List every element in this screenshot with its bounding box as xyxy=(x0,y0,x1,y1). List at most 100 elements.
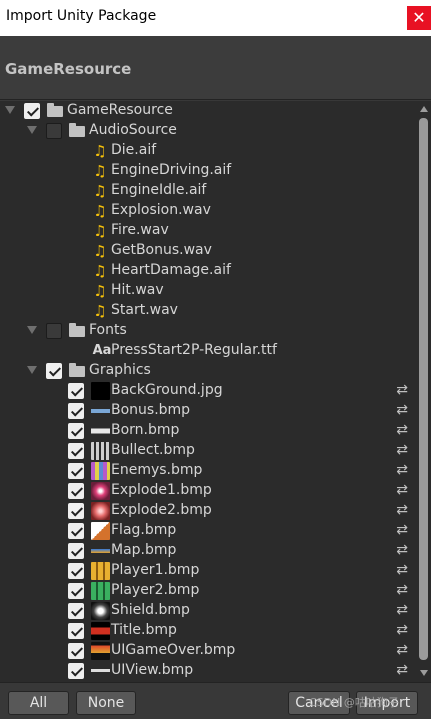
tree-item-audio-file[interactable]: ♫ Start.wav xyxy=(0,301,416,321)
tree-item-image-file[interactable]: UIView.bmp ⇄ xyxy=(0,661,416,681)
item-label: Flag.bmp xyxy=(111,522,177,538)
tree-item-audio-file[interactable]: ♫ Die.aif xyxy=(0,141,416,161)
tree-item-image-file[interactable]: Explode2.bmp ⇄ xyxy=(0,501,416,521)
window-title: Import Unity Package xyxy=(6,8,157,24)
include-checkbox[interactable] xyxy=(68,483,84,499)
fold-arrow-icon[interactable] xyxy=(5,106,15,114)
tree-item-image-file[interactable]: Player2.bmp ⇄ xyxy=(0,581,416,601)
include-checkbox[interactable] xyxy=(68,663,84,679)
folder-icon xyxy=(69,323,85,337)
include-checkbox[interactable] xyxy=(68,403,84,419)
include-checkbox[interactable] xyxy=(68,623,84,639)
tree-item-image-file[interactable]: Bonus.bmp ⇄ xyxy=(0,401,416,421)
folder-icon xyxy=(69,363,85,377)
package-title: GameResource xyxy=(5,60,132,78)
tree-item-image-file[interactable]: Born.bmp ⇄ xyxy=(0,421,416,441)
reimport-icon: ⇄ xyxy=(396,622,408,638)
tree-item-image-file[interactable]: UIGameOver.bmp ⇄ xyxy=(0,641,416,661)
tree-item-graphics[interactable]: Graphics xyxy=(0,361,416,381)
tree-item-audio-file[interactable]: ♫ HeartDamage.aif xyxy=(0,261,416,281)
include-checkbox[interactable] xyxy=(68,503,84,519)
item-label: Die.aif xyxy=(111,142,157,158)
reimport-icon: ⇄ xyxy=(396,522,408,538)
select-none-button[interactable]: None xyxy=(76,691,136,715)
item-label: HeartDamage.aif xyxy=(111,262,231,278)
item-label: Bullect.bmp xyxy=(111,442,195,458)
tree-item-audiosource[interactable]: AudioSource xyxy=(0,121,416,141)
font-file-icon: Aa xyxy=(92,343,112,358)
include-checkbox[interactable] xyxy=(68,463,84,479)
include-checkbox[interactable] xyxy=(68,523,84,539)
item-label: PressStart2P-Regular.ttf xyxy=(111,342,277,358)
include-checkbox[interactable] xyxy=(68,543,84,559)
scroll-up-arrow[interactable] xyxy=(420,106,428,112)
reimport-icon: ⇄ xyxy=(396,602,408,618)
fold-arrow-icon[interactable] xyxy=(27,366,37,374)
audio-file-icon: ♫ xyxy=(93,162,107,180)
item-label: BackGround.jpg xyxy=(111,382,223,398)
tree-item-audio-file[interactable]: ♫ GetBonus.wav xyxy=(0,241,416,261)
tree-item-fonts[interactable]: Fonts xyxy=(0,321,416,341)
tree-item-gameresource[interactable]: GameResource xyxy=(0,101,416,121)
package-header: GameResource xyxy=(0,36,431,100)
audio-file-icon: ♫ xyxy=(93,182,107,200)
tree-item-audio-file[interactable]: ♫ EngineDriving.aif xyxy=(0,161,416,181)
fold-arrow-icon[interactable] xyxy=(27,126,37,134)
include-checkbox[interactable] xyxy=(68,383,84,399)
include-checkbox[interactable] xyxy=(68,443,84,459)
item-label: EngineIdle.aif xyxy=(111,182,207,198)
item-label: Born.bmp xyxy=(111,422,180,438)
tree-item-image-file[interactable]: Title.bmp ⇄ xyxy=(0,621,416,641)
image-thumbnail-icon xyxy=(91,602,110,620)
tree-item-audio-file[interactable]: ♫ Fire.wav xyxy=(0,221,416,241)
include-checkbox[interactable] xyxy=(68,583,84,599)
include-checkbox[interactable] xyxy=(68,603,84,619)
include-checkbox[interactable] xyxy=(46,323,62,339)
item-label: UIGameOver.bmp xyxy=(111,642,236,658)
include-checkbox[interactable] xyxy=(68,563,84,579)
reimport-icon: ⇄ xyxy=(396,502,408,518)
tree-item-image-file[interactable]: Flag.bmp ⇄ xyxy=(0,521,416,541)
include-checkbox[interactable] xyxy=(24,103,40,119)
audio-file-icon: ♫ xyxy=(93,222,107,240)
select-all-button[interactable]: All xyxy=(8,691,69,715)
scroll-down-arrow[interactable] xyxy=(420,670,428,676)
window-titlebar: Import Unity Package ✕ xyxy=(0,0,431,36)
close-button[interactable]: ✕ xyxy=(407,6,431,30)
image-thumbnail-icon xyxy=(91,422,110,440)
item-label: Start.wav xyxy=(111,302,178,318)
tree-item-audio-file[interactable]: ♫ Hit.wav xyxy=(0,281,416,301)
fold-arrow-icon[interactable] xyxy=(27,326,37,334)
image-thumbnail-icon xyxy=(91,382,110,400)
reimport-icon: ⇄ xyxy=(396,442,408,458)
reimport-icon: ⇄ xyxy=(396,402,408,418)
reimport-icon: ⇄ xyxy=(396,662,408,678)
tree-item-image-file[interactable]: Map.bmp ⇄ xyxy=(0,541,416,561)
include-checkbox[interactable] xyxy=(46,123,62,139)
include-checkbox[interactable] xyxy=(68,643,84,659)
tree-item-audio-file[interactable]: ♫ Explosion.wav xyxy=(0,201,416,221)
item-label: Fire.wav xyxy=(111,222,169,238)
tree-item-image-file[interactable]: Shield.bmp ⇄ xyxy=(0,601,416,621)
tree-item-image-file[interactable]: Explode1.bmp ⇄ xyxy=(0,481,416,501)
image-thumbnail-icon xyxy=(91,402,110,420)
tree-item-image-file[interactable]: Enemys.bmp ⇄ xyxy=(0,461,416,481)
item-label: Player2.bmp xyxy=(111,582,200,598)
tree-item-audio-file[interactable]: ♫ EngineIdle.aif xyxy=(0,181,416,201)
reimport-icon: ⇄ xyxy=(396,562,408,578)
folder-label: AudioSource xyxy=(89,122,177,138)
item-label: Shield.bmp xyxy=(111,602,190,618)
reimport-icon: ⇄ xyxy=(396,542,408,558)
include-checkbox[interactable] xyxy=(68,423,84,439)
tree-item-image-file[interactable]: Player1.bmp ⇄ xyxy=(0,561,416,581)
folder-label: Fonts xyxy=(89,322,127,338)
include-checkbox[interactable] xyxy=(46,363,62,379)
item-label: Explosion.wav xyxy=(111,202,211,218)
tree-item-image-file[interactable]: Bullect.bmp ⇄ xyxy=(0,441,416,461)
tree-item-font-file[interactable]: Aa PressStart2P-Regular.ttf xyxy=(0,341,416,361)
scrollbar-thumb[interactable] xyxy=(419,118,428,660)
image-thumbnail-icon xyxy=(91,502,110,520)
tree-item-image-file[interactable]: BackGround.jpg ⇄ xyxy=(0,381,416,401)
image-thumbnail-icon xyxy=(91,582,110,600)
folder-label: Graphics xyxy=(89,362,151,378)
